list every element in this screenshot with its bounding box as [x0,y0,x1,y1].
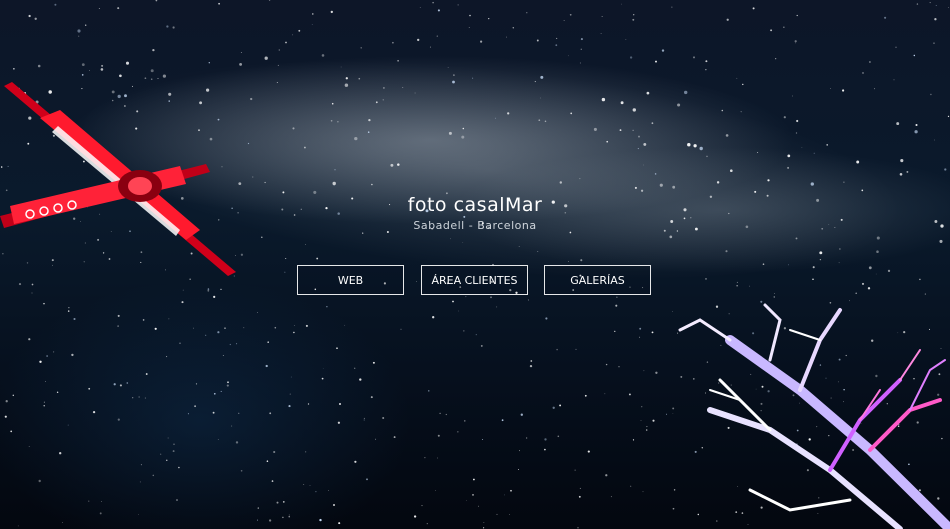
windmill-blades-graphic [0,82,236,276]
hero-background: foto casalMar Sabadell - Barcelona WEB Á… [0,0,950,529]
brand-subtitle: Sabadell - Barcelona [413,219,537,232]
main-nav: WEB ÁREA CLIENTES GALERÍAS [0,265,950,298]
client-area-button[interactable]: ÁREA CLIENTES [421,265,528,295]
web-button[interactable]: WEB [297,265,404,295]
galleries-button[interactable]: GALERÍAS [544,265,651,295]
brand-title: foto casalMar [407,194,543,216]
brand-block: foto casalMar Sabadell - Barcelona [0,192,950,234]
tree-silhouette-graphic [678,303,950,529]
